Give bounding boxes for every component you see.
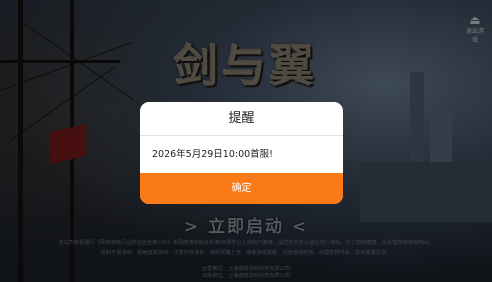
dialog-title: 提醒 <box>140 102 343 136</box>
dialog-message: 2026年5月29日10:00首服! <box>152 149 273 160</box>
confirm-button[interactable]: 确定 <box>140 173 343 204</box>
reminder-dialog: 提醒 2026年5月29日10:00首服! 确定 <box>140 102 343 204</box>
